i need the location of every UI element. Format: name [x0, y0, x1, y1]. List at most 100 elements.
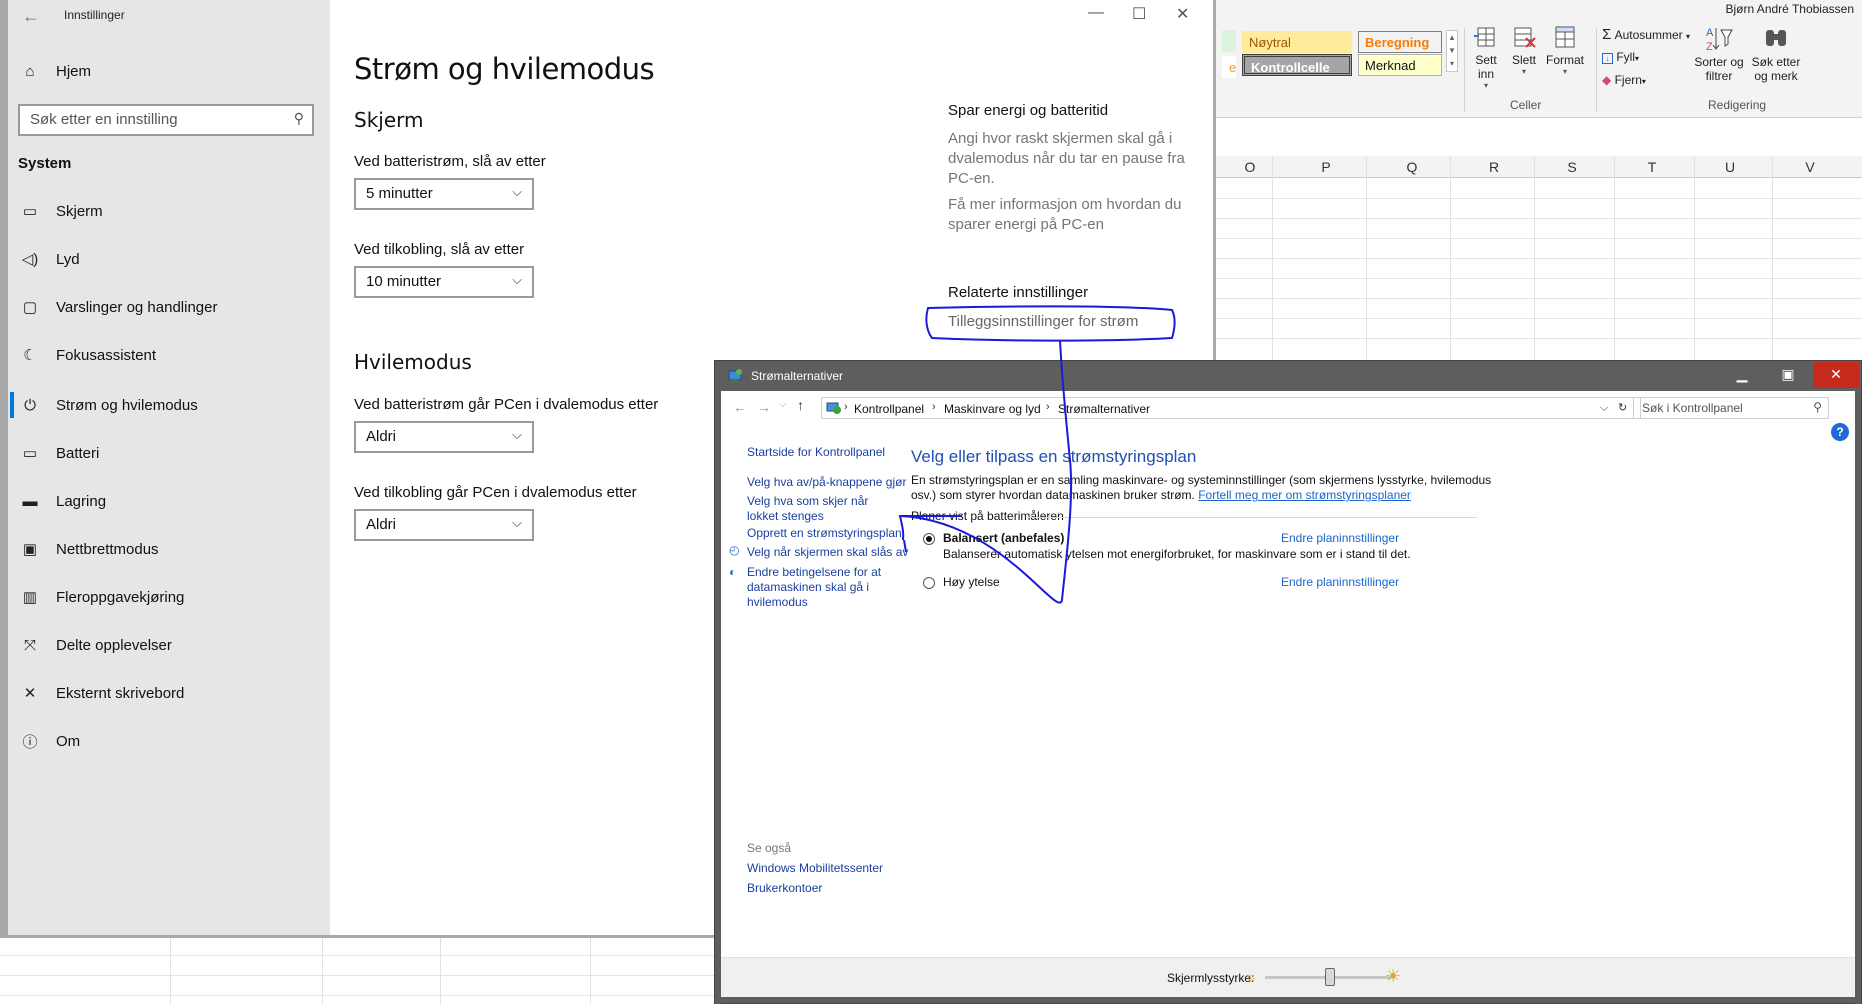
nav-item-label: Nettbrettmodus	[56, 540, 159, 558]
breadcrumb-control-panel[interactable]: Kontrollpanel	[854, 402, 924, 416]
chevron-down-icon[interactable]: ⌵	[1600, 402, 1608, 415]
delete-cells-button[interactable]: Slett ▾	[1506, 24, 1542, 76]
grid-line	[1216, 278, 1862, 279]
find-select-label: Søk etter og merk	[1751, 55, 1801, 83]
nav-item-fleroppgave[interactable]: ▥ Fleroppgavekjøring	[18, 584, 185, 610]
settings-search-input[interactable]: Søk etter en innstilling ⚲	[18, 104, 314, 136]
refresh-icon[interactable]: ↻	[1618, 401, 1627, 414]
dropdown-value: Aldri	[366, 428, 397, 445]
radio-high-performance[interactable]	[923, 577, 935, 589]
user-name[interactable]: Bjørn André Thobiassen	[1725, 2, 1854, 16]
column-header-v[interactable]: V	[1800, 159, 1820, 175]
sleep-battery-label: Ved batteristrøm går PCen i dvalemodus e…	[354, 396, 659, 413]
sort-filter-button[interactable]: AZ Sorter og filtrer	[1692, 24, 1746, 83]
nav-item-batteri[interactable]: ▭ Batteri	[18, 440, 99, 466]
dropdown-value: 5 minutter	[366, 185, 433, 202]
change-plan-high-link[interactable]: Endre planinnstillinger	[1281, 575, 1399, 590]
style-note[interactable]: Merknad	[1358, 54, 1442, 76]
insert-cells-label: Sett inn	[1475, 53, 1497, 81]
moon-icon: ☾	[23, 347, 37, 364]
sidebar-link-create-plan[interactable]: Opprett en strømstyringsplan	[747, 526, 902, 541]
excel-ribbon: Bjørn André Thobiassen e Nøytral Beregni…	[1216, 0, 1862, 118]
nav-item-label: Fokusassistent	[56, 346, 157, 364]
save-energy-link[interactable]: Få mer informasjon om hvordan du sparer …	[948, 195, 1190, 235]
brightness-high-icon: ☀	[1385, 966, 1402, 986]
minimize-button[interactable]: —	[1088, 4, 1104, 22]
column-header-q[interactable]: Q	[1402, 159, 1422, 175]
learn-more-link[interactable]: Fortell meg mer om strømstyringsplaner	[1198, 488, 1411, 502]
nav-item-delte[interactable]: ⤧ Delte opplevelser	[18, 632, 172, 658]
back-arrow-icon[interactable]: ←	[733, 399, 747, 415]
grid-line	[440, 935, 441, 1004]
nav-item-label: Fleroppgavekjøring	[56, 588, 185, 606]
sidebar-link-display-off[interactable]: Velg når skjermen skal slås av	[747, 545, 908, 560]
sidebar-link-control-panel-home[interactable]: Startside for Kontrollpanel	[747, 445, 885, 460]
column-header-t[interactable]: T	[1642, 159, 1662, 175]
breadcrumb-power-options[interactable]: Strømalternativer	[1058, 402, 1150, 416]
column-header-r[interactable]: R	[1484, 159, 1504, 175]
nav-item-strom[interactable]: ⏻ Strøm og hvilemodus	[18, 392, 198, 418]
sleep-plugged-dropdown[interactable]: Aldri ⌵	[354, 509, 534, 541]
find-select-button[interactable]: Søk etter og merk	[1748, 24, 1804, 83]
style-calculation[interactable]: Beregning	[1358, 31, 1442, 53]
additional-power-settings-link[interactable]: Tilleggsinnstillinger for strøm	[948, 313, 1138, 330]
screen-plugged-dropdown[interactable]: 10 minutter ⌵	[354, 266, 534, 298]
radio-balanced[interactable]	[923, 533, 935, 545]
help-icon[interactable]: ?	[1831, 423, 1849, 441]
power-icon: ⏻	[24, 396, 36, 414]
up-arrow-icon[interactable]: ↑	[797, 397, 804, 413]
style-swatch-good[interactable]	[1222, 30, 1236, 52]
column-header-o[interactable]: O	[1240, 159, 1260, 175]
search-placeholder: Søk i Kontrollpanel	[1642, 401, 1743, 415]
nav-item-fokusassistent[interactable]: ☾ Fokusassistent	[18, 342, 156, 368]
forward-arrow-icon[interactable]: →	[757, 399, 771, 415]
maximize-button[interactable]: ▣	[1765, 362, 1811, 388]
breadcrumb-hardware-sound[interactable]: Maskinvare og lyd	[944, 402, 1041, 416]
sidebar-link-sleep[interactable]: Endre betingelsene for at datamaskinen s…	[747, 565, 887, 610]
nav-home[interactable]: ⌂ Hjem	[18, 58, 91, 84]
nav-item-skjerm[interactable]: ▭ Skjerm	[18, 198, 103, 224]
autosum-button[interactable]: Σ Autosummer ▾	[1602, 26, 1690, 43]
nav-item-nettbrettmodus[interactable]: ▣ Nettbrettmodus	[18, 536, 159, 562]
format-cells-icon	[1555, 26, 1575, 48]
sidebar-link-power-buttons[interactable]: Velg hva av/på-knappene gjør	[747, 475, 906, 490]
style-neutral[interactable]: Nøytral	[1242, 31, 1352, 53]
nav-item-eksternt[interactable]: ✕ Eksternt skrivebord	[18, 680, 185, 706]
styles-scroll[interactable]: ▲ ▼ ▾	[1446, 30, 1458, 72]
nav-item-lagring[interactable]: ▬ Lagring	[18, 488, 107, 514]
save-energy-heading: Spar energi og batteritid	[948, 102, 1109, 119]
fill-button[interactable]: ↓ Fyll▾	[1602, 50, 1639, 64]
clear-button[interactable]: ◆ Fjern▾	[1602, 73, 1646, 87]
column-header-u[interactable]: U	[1720, 159, 1740, 175]
column-header-p[interactable]: P	[1316, 159, 1336, 175]
nav-item-label: Lagring	[56, 492, 107, 510]
control-panel-search-input[interactable]: Søk i Kontrollpanel ⚲	[1633, 397, 1829, 419]
format-cells-button[interactable]: Format ▾	[1544, 24, 1586, 76]
style-check-cell[interactable]: Kontrollcelle	[1242, 54, 1352, 76]
brightness-slider-thumb[interactable]	[1325, 968, 1335, 986]
nav-item-om[interactable]: ⓘ Om	[18, 728, 80, 754]
chevron-down-icon[interactable]: ⌵	[779, 399, 787, 410]
close-button[interactable]: ✕	[1813, 362, 1859, 388]
screen-battery-dropdown[interactable]: 5 minutter ⌵	[354, 178, 534, 210]
address-bar[interactable]: › Kontrollpanel › Maskinvare og lyd › St…	[821, 397, 1641, 419]
back-arrow-icon[interactable]: ←	[22, 6, 40, 27]
column-header-s[interactable]: S	[1562, 159, 1582, 175]
maximize-button[interactable]: ☐	[1132, 4, 1146, 24]
page-title: Strøm og hvilemodus	[354, 52, 655, 86]
close-button[interactable]: ✕	[1176, 4, 1189, 24]
minimize-button[interactable]: ▁	[1719, 362, 1765, 388]
search-icon: ⚲	[1813, 400, 1822, 414]
nav-item-varslinger[interactable]: ▢ Varslinger og handlinger	[18, 294, 218, 320]
power-titlebar: Strømalternativer ▁ ▣ ✕	[715, 361, 1861, 391]
nav-item-lyd[interactable]: ◁) Lyd	[18, 246, 80, 272]
ribbon-separator	[1464, 28, 1465, 112]
see-also-mobility-center[interactable]: Windows Mobilitetssenter	[747, 861, 883, 876]
insert-cells-button[interactable]: Sett inn ▾	[1468, 24, 1504, 90]
change-plan-balanced-link[interactable]: Endre planinnstillinger	[1281, 531, 1399, 546]
sidebar-link-lid-close[interactable]: Velg hva som skjer når lokket stenges	[747, 494, 897, 524]
style-swatch-output[interactable]: e	[1222, 56, 1236, 78]
sleep-battery-dropdown[interactable]: Aldri ⌵	[354, 421, 534, 453]
save-energy-text: Angi hvor raskt skjermen skal gå i dvale…	[948, 130, 1185, 187]
see-also-user-accounts[interactable]: Brukerkontoer	[747, 881, 822, 896]
